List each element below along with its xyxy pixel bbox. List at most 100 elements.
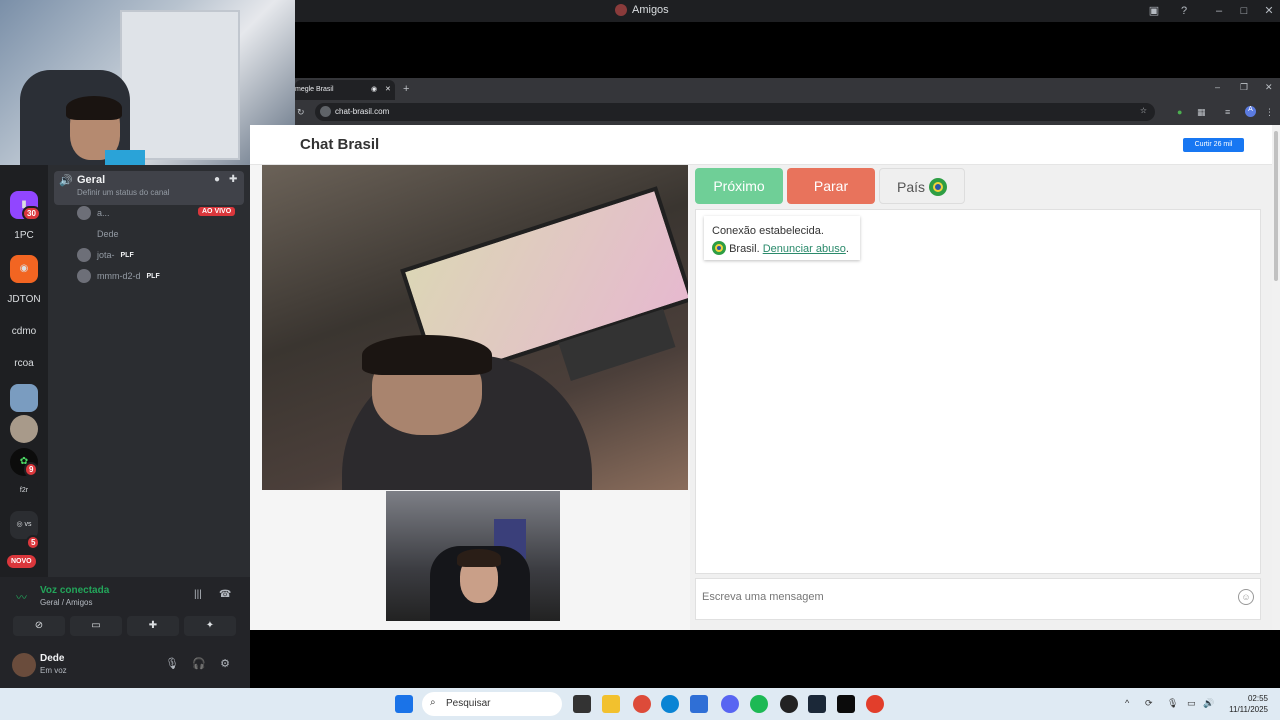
like-button[interactable]: Curtir 26 mil [1183,138,1244,152]
add-member-icon[interactable]: ✚ [229,174,237,185]
next-button[interactable]: Próximo [695,168,783,204]
country-button[interactable]: País [879,168,965,204]
microphone-icon[interactable]: 🎙 [164,657,180,673]
address-bar[interactable]: chat-brasil.com ☆ [315,103,1155,121]
taskbar-search[interactable]: ⌕ Pesquisar [422,692,562,716]
screen-share-button[interactable]: ▭ [70,616,122,636]
bookmark-star-icon[interactable]: ☆ [1140,106,1147,115]
discord-titlebar: Amigos ▣ ? – □ ✕ [295,0,1280,22]
chat-page: Chat Brasil Curtir 26 mil Próximo Parar … [250,125,1272,630]
page-title[interactable]: Chat Brasil [300,136,379,153]
tray-chevron-icon[interactable]: ^ [1125,698,1129,708]
chat-icon[interactable]: ● [214,174,220,185]
server-cdmo[interactable]: cdmo [4,326,44,337]
new-tab-icon[interactable]: + [403,83,409,95]
tray-mic-icon[interactable]: 🎙 [1167,698,1178,709]
discord-icon[interactable] [721,695,739,713]
minimize-button[interactable]: – [1210,2,1228,20]
maximize-button[interactable]: □ [1235,2,1253,20]
stop-button[interactable]: Parar [787,168,875,204]
server-image-icon[interactable] [10,384,38,412]
user-panel: Dede Em voz 🎙 🎧 ⚙ [0,645,250,688]
taskbar-clock[interactable]: 02:55 11/11/2025 [1222,693,1268,715]
spotify-icon[interactable] [750,695,768,713]
file-explorer-icon[interactable] [602,695,620,713]
menu-icon[interactable]: ⋮ [1265,107,1274,118]
start-icon[interactable] [395,695,413,713]
server-orange-icon[interactable]: ◉ [10,255,38,283]
tab-close-icon[interactable]: ✕ [385,85,391,93]
server-b-badge: 5 [26,535,41,550]
extensions-puzzle-icon[interactable]: ▦ [1197,107,1206,118]
tray-volume-icon[interactable]: 🔊 [1203,698,1214,709]
close-button[interactable]: ✕ [1260,2,1278,20]
speaker-icon: 🔊 [59,175,73,187]
restore-icon[interactable]: ❐ [1240,82,1248,93]
search-icon: ⌕ [430,697,436,708]
task-view-icon[interactable] [573,695,591,713]
edge-icon[interactable] [661,695,679,713]
profile-icon[interactable]: A [1245,106,1256,117]
server-a-badge: 9 [24,462,39,477]
tray-sync-icon[interactable]: ⟳ [1145,698,1153,709]
voice-panel: 〰 Voz conectada Geral / Amigos ||| ☎ ⊘ ▭… [0,577,250,645]
activities-button[interactable]: ✚ [127,616,179,636]
avatar[interactable] [12,653,36,677]
camera-off-button[interactable]: ⊘ [13,616,65,636]
brazil-flag-icon [712,241,726,255]
chat-panel: Próximo Parar País Conexão estabelecida.… [690,165,1272,630]
member-item[interactable]: Dede [77,226,119,242]
outlook-icon[interactable] [690,695,708,713]
system-message: Conexão estabelecida. Brasil. Denunciar … [704,216,860,260]
obs-icon[interactable] [780,695,798,713]
member-item[interactable]: a... [77,205,110,221]
app-icon[interactable] [866,695,884,713]
browser-chrome: megle Brasil ◉ ✕ + – ❐ ✕ ↻ chat-brasil.c… [295,78,1280,125]
terminal-icon[interactable] [837,695,855,713]
server-1pc[interactable]: 1PC [4,230,44,241]
settings-icon[interactable]: ⚙ [217,657,233,673]
extension-icon[interactable]: ● [1177,107,1182,117]
reload-icon[interactable]: ↻ [297,107,305,118]
avatar [77,227,91,241]
server-jdton[interactable]: JDTON [4,294,44,305]
message-input[interactable]: Escreva uma mensagem ☺ [695,578,1261,620]
server-small-icon[interactable]: f2r [10,477,38,505]
chrome-icon[interactable] [633,695,651,713]
emoji-icon[interactable]: ☺ [1238,589,1254,605]
site-info-icon[interactable] [320,106,331,117]
headphones-icon[interactable]: 🎧 [191,657,207,673]
live-badge: AO VIVO [198,207,236,216]
channel-name: Geral [77,174,106,186]
server-rcoa[interactable]: rcoa [4,358,44,369]
close-icon[interactable]: ✕ [1265,82,1273,93]
server-image2-icon[interactable] [10,415,38,443]
noise-suppression-icon[interactable]: ||| [194,589,202,600]
channel-status[interactable]: Definir um status do canal [77,188,170,197]
disconnect-icon[interactable]: ☎ [219,589,231,600]
minimize-icon[interactable]: – [1215,82,1220,92]
tray-monitor-icon[interactable]: ▭ [1187,698,1196,709]
voice-subtitle[interactable]: Geral / Amigos [40,598,92,607]
soundboard-button[interactable]: ✦ [184,616,236,636]
self-video [386,491,560,621]
tab-audio-icon: ◉ [371,86,378,93]
member-tag: PLF [120,251,134,259]
user-name: Dede [40,653,65,664]
tab-search-icon[interactable]: ≡ [1225,107,1230,117]
member-item[interactable]: mmm-d2-d PLF [77,268,160,284]
report-abuse-link[interactable]: Denunciar abuso [763,243,846,255]
stranger-video [262,165,688,490]
brazil-flag-icon [928,178,947,196]
page-scrollbar[interactable] [1272,125,1280,630]
member-tag: PLF [146,272,160,280]
member-item[interactable]: jota- PLF [77,247,134,263]
scrollbar-thumb[interactable] [1274,131,1278,281]
inbox-icon[interactable]: ▣ [1145,2,1163,20]
steam-icon[interactable] [808,695,826,713]
window-title: Amigos [615,4,669,16]
help-icon[interactable]: ? [1175,2,1193,20]
tab-chat-brasil[interactable]: megle Brasil ◉ ✕ [295,80,395,100]
user-status: Em voz [40,666,67,675]
avatar [77,206,91,220]
